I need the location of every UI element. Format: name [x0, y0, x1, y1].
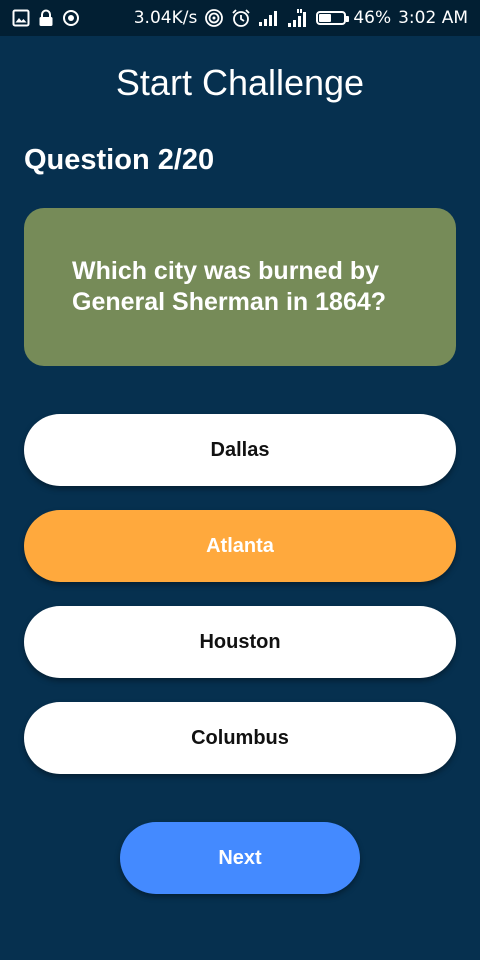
answer-label: Columbus — [191, 726, 289, 749]
question-text: Which city was burned by General Sherman… — [72, 257, 387, 316]
net-speed: 3.04K/s — [133, 8, 198, 28]
question-counter: Question 2/20 — [24, 144, 215, 176]
next-button[interactable]: Next — [120, 822, 360, 894]
answer-option-3[interactable]: Houston — [24, 606, 456, 678]
question-card: Which city was burned by General Sherman… — [24, 208, 456, 366]
answer-option-4[interactable]: Columbus — [24, 702, 456, 774]
answer-label: Houston — [199, 630, 281, 653]
status-left-icons — [12, 9, 80, 27]
signal-icon — [258, 10, 280, 26]
clock: 3:02 AM — [398, 8, 468, 28]
answer-option-1[interactable]: Dallas — [24, 414, 456, 486]
target-icon — [62, 9, 80, 27]
answer-label: Dallas — [210, 438, 270, 461]
battery-percent: 46% — [353, 8, 392, 28]
lock-icon — [38, 9, 54, 27]
alarm-icon — [231, 8, 251, 28]
status-bar: 3.04K/s 46% 3:02 AM — [0, 0, 480, 36]
hotspot-icon — [204, 8, 224, 28]
answer-label: Atlanta — [206, 534, 274, 557]
battery-icon — [316, 11, 350, 25]
next-button-label: Next — [218, 846, 262, 869]
status-right-icons: 3.04K/s 46% 3:02 AM — [134, 8, 468, 28]
answer-option-2[interactable]: Atlanta — [24, 510, 456, 582]
battery-fill — [319, 14, 332, 22]
page-title: Start Challenge — [115, 62, 365, 103]
image-icon — [12, 9, 30, 27]
signal-4g-icon — [287, 9, 309, 27]
